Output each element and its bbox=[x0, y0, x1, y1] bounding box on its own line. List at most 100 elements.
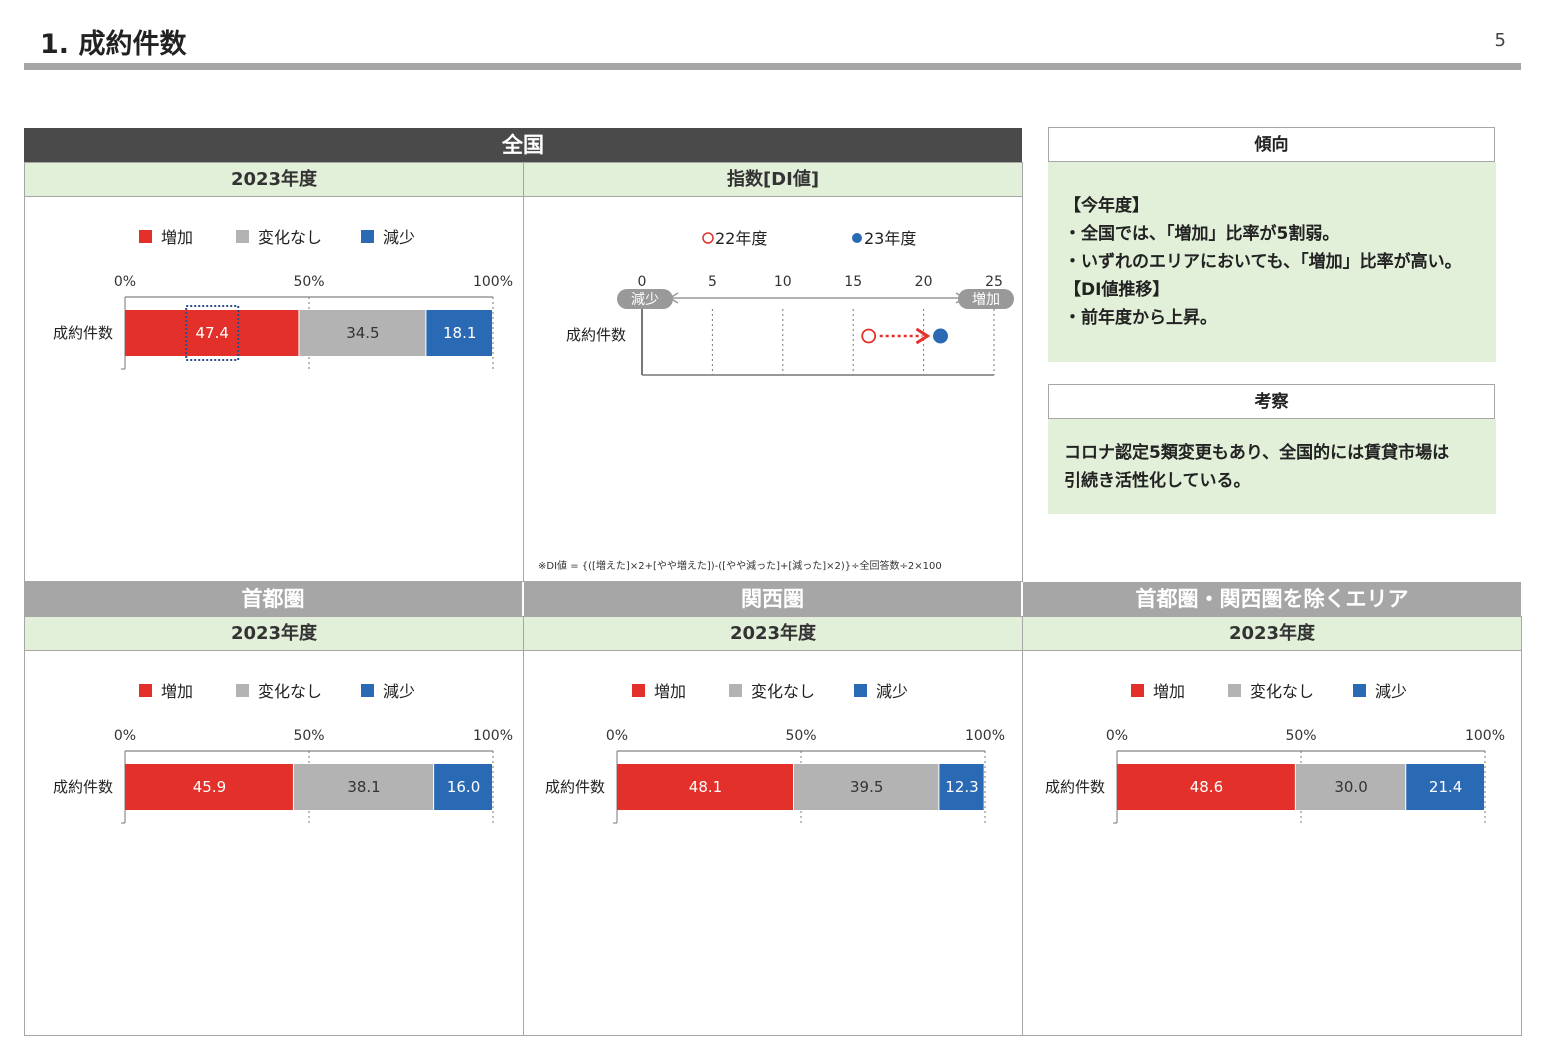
data-label: 47.4 bbox=[196, 324, 229, 342]
legend-label: 増加 bbox=[654, 682, 686, 701]
region-band-shutoken: 首都圏 bbox=[24, 582, 522, 616]
region-band-other: 首都圏・関西圏を除くエリア bbox=[1023, 582, 1521, 616]
data-label: 48.6 bbox=[1190, 778, 1223, 796]
shutoken-bar-chart: 増加 変化なし 減少 0% 50% 100% 成約件数 45.9 38.1 16.0 bbox=[53, 682, 513, 824]
data-label: 39.5 bbox=[850, 778, 883, 796]
tick-label: 50% bbox=[293, 728, 324, 744]
legend-label: 減少 bbox=[383, 228, 415, 247]
trend-body: 【今年度】 ・全国では、「増加」比率が5割弱。 ・いずれのエリアにおいても、「増… bbox=[1048, 162, 1496, 362]
legend-marker-open bbox=[702, 232, 714, 244]
national-di-panel: 22年度 23年度 0 5 10 15 20 25 減少 増加成約件数 ※DI値 = {([増えた… bbox=[523, 196, 1023, 582]
other-bar-chart: 増加 変化なし 減少 0% 50% 100% 成約件数 48.6 30.0 21.4 bbox=[1045, 682, 1505, 824]
region-panel-kansai: 増加 変化なし 減少 0% 50% 100% 成約件数 48.1 39.5 12.3 bbox=[523, 650, 1023, 1036]
trend-line: ・いずれのエリアにおいても、「増加」比率が高い。 bbox=[1064, 252, 1462, 272]
legend-swatch bbox=[854, 684, 867, 697]
legend-label: 増加 bbox=[161, 228, 193, 247]
legend-label: 23年度 bbox=[864, 229, 916, 248]
data-label: 30.0 bbox=[1334, 778, 1367, 796]
legend-swatch bbox=[729, 684, 742, 697]
axis-end-label-left: 減少 bbox=[631, 291, 659, 308]
category-label: 成約件数 bbox=[53, 778, 113, 796]
legend-label: 変化なし bbox=[751, 682, 815, 701]
tick-label: 0 bbox=[638, 274, 647, 290]
category-label: 成約件数 bbox=[1045, 778, 1105, 796]
tick-label: 100% bbox=[965, 728, 1005, 744]
insight-header: 考察 bbox=[1048, 384, 1495, 419]
region-year-header-other: 2023年度 bbox=[1022, 616, 1522, 651]
trend-header: 傾向 bbox=[1048, 127, 1495, 162]
national-di-header: 指数[DI値] bbox=[523, 162, 1023, 197]
national-band: 全国 bbox=[24, 128, 1022, 162]
axis-end-label-right: 増加 bbox=[972, 292, 1000, 308]
tick-label: 100% bbox=[473, 274, 513, 290]
legend-label: 22年度 bbox=[715, 229, 767, 248]
tick-label: 50% bbox=[293, 274, 324, 290]
legend-label: 減少 bbox=[1375, 682, 1407, 701]
legend-swatch bbox=[361, 684, 374, 697]
legend-swatch bbox=[1353, 684, 1366, 697]
tick-label: 100% bbox=[473, 728, 513, 744]
trend-line: ・全国では、「増加」比率が5割弱。 bbox=[1064, 224, 1340, 244]
tick-label: 10 bbox=[774, 274, 792, 290]
legend-swatch bbox=[361, 230, 374, 243]
trend-line: ・前年度から上昇。 bbox=[1064, 308, 1217, 328]
national-year-header: 2023年度 bbox=[24, 162, 524, 197]
tick-label: 5 bbox=[708, 274, 717, 290]
tick-label: 50% bbox=[1285, 728, 1316, 744]
legend-label: 増加 bbox=[161, 682, 193, 701]
region-year-header-shutoken: 2023年度 bbox=[24, 616, 524, 651]
region-panel-other: 増加 変化なし 減少 0% 50% 100% 成約件数 48.6 30.0 21.4 bbox=[1022, 650, 1522, 1036]
legend-swatch bbox=[236, 230, 249, 243]
region-panel-shutoken: 増加 変化なし 減少 0% 50% 100% 成約件数 45.9 38.1 16.0 bbox=[24, 650, 524, 1036]
tick-label: 0% bbox=[606, 728, 628, 744]
insight-line: コロナ認定5類変更もあり、全国的には賃貸市場は bbox=[1064, 443, 1450, 463]
insight-line: 引続き活性化している。 bbox=[1064, 471, 1251, 491]
point-22 bbox=[861, 328, 877, 344]
tick-label: 0% bbox=[114, 728, 136, 744]
legend-swatch bbox=[1131, 684, 1144, 697]
data-label: 38.1 bbox=[347, 778, 380, 796]
tick-label: 0% bbox=[114, 274, 136, 290]
data-label: 16.0 bbox=[447, 778, 480, 796]
category-label: 成約件数 bbox=[53, 324, 113, 342]
legend-swatch bbox=[632, 684, 645, 697]
legend-label: 変化なし bbox=[258, 682, 322, 701]
data-label: 34.5 bbox=[346, 324, 379, 342]
data-label: 12.3 bbox=[945, 778, 978, 796]
legend-label: 変化なし bbox=[258, 228, 322, 247]
legend-marker-filled bbox=[852, 233, 862, 243]
legend-swatch bbox=[1228, 684, 1241, 697]
insight-body: コロナ認定5類変更もあり、全国的には賃貸市場は 引続き活性化している。 bbox=[1048, 419, 1496, 514]
legend-label: 減少 bbox=[876, 682, 908, 701]
legend-swatch bbox=[139, 684, 152, 697]
tick-label: 20 bbox=[915, 274, 933, 290]
title-rule bbox=[24, 63, 1521, 70]
legend-label: 減少 bbox=[383, 682, 415, 701]
kansai-bar-chart: 増加 変化なし 減少 0% 50% 100% 成約件数 48.1 39.5 12.3 bbox=[545, 682, 1005, 824]
page-title: 1. 成約件数 bbox=[40, 29, 187, 60]
category-label: 成約件数 bbox=[545, 778, 605, 796]
tick-label: 15 bbox=[844, 274, 862, 290]
region-band-kansai: 関西圏 bbox=[524, 582, 1021, 616]
legend-label: 変化なし bbox=[1250, 682, 1314, 701]
legend-label: 増加 bbox=[1153, 682, 1185, 701]
national-bar-chart: 増加 変化なし 減少 0% 50% 100% 成約件数 47.4 34.5 18.1 bbox=[53, 228, 513, 370]
national-bar-panel: 増加 変化なし 減少 0% 50% 100% 成約件数 47.4 34.5 18.1 bbox=[24, 196, 524, 582]
legend-swatch bbox=[139, 230, 152, 243]
tick-label: 25 bbox=[985, 274, 1003, 290]
national-di-chart: 22年度 23年度 0 5 10 15 20 25 減少 増加成約件数 bbox=[566, 229, 1014, 376]
data-label: 45.9 bbox=[193, 778, 226, 796]
region-year-header-kansai: 2023年度 bbox=[523, 616, 1023, 651]
point-23 bbox=[932, 328, 948, 344]
trend-line: 【DI値推移】 bbox=[1064, 280, 1170, 300]
data-label: 48.1 bbox=[689, 778, 722, 796]
legend-swatch bbox=[236, 684, 249, 697]
category-label: 成約件数 bbox=[566, 326, 626, 344]
tick-label: 100% bbox=[1465, 728, 1505, 744]
data-label: 18.1 bbox=[443, 324, 476, 342]
tick-label: 0% bbox=[1106, 728, 1128, 744]
page-number: 5 bbox=[1494, 30, 1506, 51]
data-label: 21.4 bbox=[1429, 778, 1462, 796]
tick-label: 50% bbox=[785, 728, 816, 744]
di-formula-note: ※DI値 = {([増えた]×2+[やや増えた])-([やや減った]+[減った]… bbox=[538, 561, 942, 572]
